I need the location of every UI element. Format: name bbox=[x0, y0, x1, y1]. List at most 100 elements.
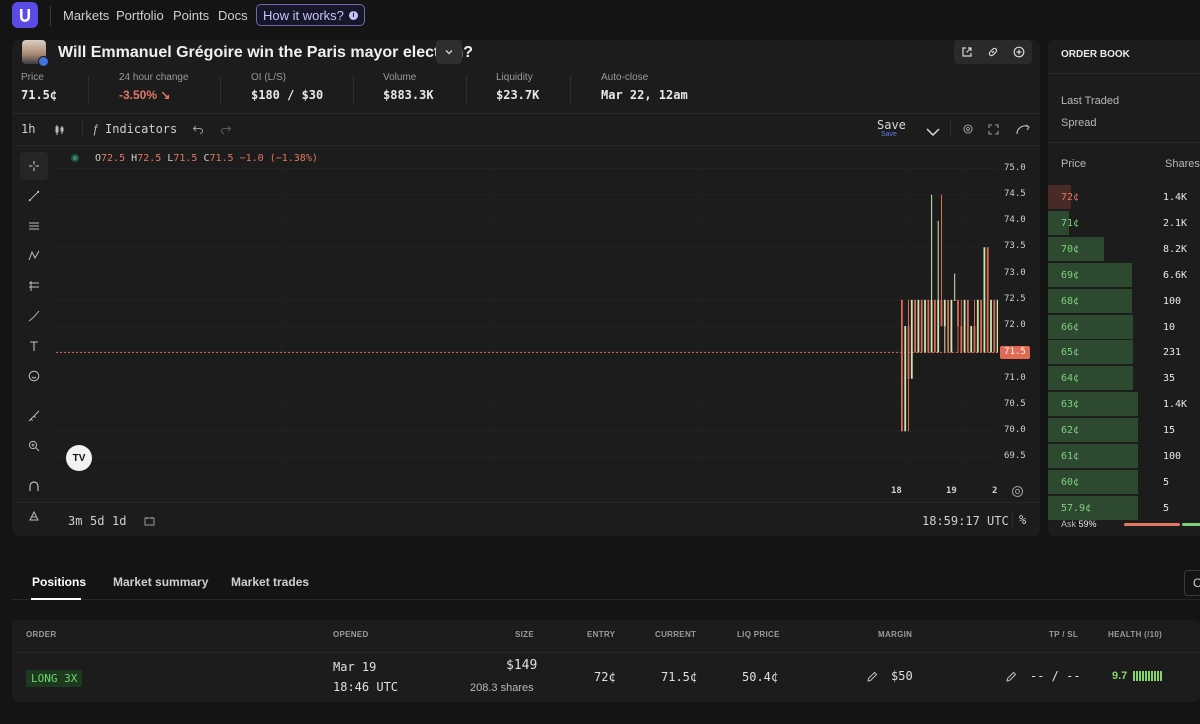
magnet-tool[interactable] bbox=[20, 472, 48, 500]
order-book-row[interactable]: 57.9¢ 5 bbox=[1048, 495, 1200, 520]
redo-icon[interactable] bbox=[220, 124, 232, 134]
nav-points[interactable]: Points bbox=[173, 8, 209, 23]
candle-body bbox=[963, 299, 966, 353]
app-logo[interactable] bbox=[12, 2, 38, 28]
stat-price: Price 71.5¢ bbox=[21, 72, 57, 102]
nav-divider bbox=[50, 6, 51, 26]
tradingview-logo[interactable]: TV bbox=[66, 445, 92, 471]
candle bbox=[907, 299, 910, 432]
order-book-row[interactable]: 72¢ 1.4K bbox=[1048, 185, 1200, 209]
fib-tool[interactable] bbox=[20, 212, 48, 240]
candidate-avatar bbox=[22, 40, 49, 67]
indicators-button[interactable]: Indicators bbox=[105, 122, 177, 136]
text-tool[interactable] bbox=[20, 332, 48, 360]
health-indicator: 9.7 bbox=[1112, 670, 1163, 682]
candle-body bbox=[990, 299, 992, 353]
edit-margin-icon[interactable] bbox=[867, 671, 878, 682]
save-layout-button[interactable]: Save bbox=[877, 118, 906, 132]
order-book-row[interactable]: 69¢ 6.6K bbox=[1048, 262, 1200, 287]
brush-tool[interactable] bbox=[20, 302, 48, 330]
spread-label: Spread bbox=[1061, 117, 1097, 129]
order-book-row[interactable]: 71¢ 2.1K bbox=[1048, 210, 1200, 235]
tab-market-summary[interactable]: Market summary bbox=[113, 575, 208, 589]
link-icon[interactable] bbox=[987, 46, 999, 58]
price-chart[interactable] bbox=[56, 148, 998, 498]
settings-icon[interactable] bbox=[962, 123, 974, 135]
snapshot-icon[interactable] bbox=[1016, 124, 1030, 135]
axis-settings-icon[interactable] bbox=[1011, 485, 1024, 498]
order-book-row[interactable]: 65¢ 231 bbox=[1048, 340, 1200, 365]
order-book-row[interactable]: 66¢ 10 bbox=[1048, 314, 1200, 339]
range-5d[interactable]: 5d bbox=[90, 514, 104, 528]
price-tick-label: 72.0 bbox=[1004, 320, 1026, 331]
how-it-works-button[interactable]: How it works? i bbox=[256, 4, 365, 26]
candle-body bbox=[973, 326, 976, 353]
market-question: Will Emmanuel Grégoire win the Paris may… bbox=[58, 44, 474, 61]
order-price: 71¢ bbox=[1061, 217, 1080, 229]
candle bbox=[953, 273, 956, 301]
toolbar-divider bbox=[82, 120, 83, 136]
candle-body bbox=[904, 326, 907, 432]
nav-portfolio[interactable]: Portfolio bbox=[116, 8, 164, 23]
nav-markets[interactable]: Markets bbox=[63, 8, 109, 23]
prediction-tool[interactable] bbox=[20, 272, 48, 300]
margin-value: $50 bbox=[891, 669, 913, 683]
health-bars bbox=[1133, 671, 1163, 681]
order-shares: 5 bbox=[1163, 476, 1170, 488]
order-book-row[interactable]: 63¢ 1.4K bbox=[1048, 392, 1200, 417]
brush-icon bbox=[28, 310, 40, 322]
candle-body bbox=[980, 299, 982, 353]
range-3m[interactable]: 3m bbox=[68, 514, 82, 528]
price-axis[interactable]: 75.0 74.5 74.0 73.5 73.0 72.5 72.0 71.5 71.0 70.5… bbox=[998, 148, 1040, 498]
date-range-icon[interactable] bbox=[144, 516, 155, 526]
order-book-row[interactable]: 68¢ 100 bbox=[1048, 288, 1200, 313]
order-book-row[interactable]: 64¢ 35 bbox=[1048, 366, 1200, 391]
tab-market-trades[interactable]: Market trades bbox=[231, 575, 309, 589]
emoji-tool[interactable] bbox=[20, 362, 48, 390]
edit-tp-sl-icon[interactable] bbox=[1006, 671, 1017, 682]
panel-divider bbox=[12, 113, 1040, 114]
fullscreen-icon[interactable] bbox=[988, 124, 999, 135]
stat-label: Volume bbox=[383, 72, 417, 83]
order-shares: 1.4K bbox=[1163, 192, 1188, 203]
order-book-row[interactable]: 60¢ 5 bbox=[1048, 469, 1200, 494]
pattern-icon bbox=[28, 250, 40, 261]
order-shares: 8.2K bbox=[1163, 243, 1188, 255]
stat-liquidity: Liquidity $23.7K bbox=[496, 72, 539, 102]
candle bbox=[914, 299, 916, 353]
tab-options-button[interactable]: O bbox=[1184, 570, 1200, 596]
forecast-icon bbox=[29, 281, 39, 291]
stat-label: OI (L/S) bbox=[251, 72, 287, 83]
zoom-tool[interactable] bbox=[20, 432, 48, 460]
undo-icon[interactable] bbox=[192, 124, 204, 134]
col-header-entry: ENTRY bbox=[587, 630, 616, 639]
health-bar-segment bbox=[1160, 671, 1163, 681]
order-book-divider bbox=[1048, 142, 1200, 143]
order-book-row[interactable]: 70¢ 8.2K bbox=[1048, 236, 1200, 261]
trendline-tool[interactable] bbox=[20, 182, 48, 210]
fibonacci-icon bbox=[29, 222, 39, 230]
tab-positions[interactable]: Positions bbox=[32, 575, 86, 589]
order-book-row[interactable]: 61¢ 100 bbox=[1048, 444, 1200, 468]
measure-tool[interactable] bbox=[20, 402, 48, 430]
candle bbox=[976, 299, 979, 353]
percent-scale-toggle[interactable]: % bbox=[1012, 513, 1026, 527]
crosshair-tool[interactable] bbox=[20, 152, 48, 180]
order-book-row[interactable]: 62¢ 15 bbox=[1048, 418, 1200, 443]
price-tick-label: 75.0 bbox=[1004, 162, 1026, 173]
external-link-icon[interactable] bbox=[961, 46, 973, 58]
candle-style-icon[interactable] bbox=[54, 124, 66, 136]
health-bar-segment bbox=[1145, 671, 1148, 681]
nav-docs[interactable]: Docs bbox=[218, 8, 248, 23]
logo-icon bbox=[20, 9, 30, 22]
candle bbox=[973, 299, 976, 353]
add-icon[interactable] bbox=[1013, 46, 1025, 58]
health-bar-segment bbox=[1151, 671, 1154, 681]
market-dropdown-button[interactable] bbox=[436, 40, 462, 64]
order-shares: 10 bbox=[1163, 321, 1176, 333]
pattern-tool[interactable] bbox=[20, 242, 48, 270]
interval-selector[interactable]: 1h bbox=[21, 122, 35, 136]
chevron-down-icon bbox=[445, 50, 453, 55]
range-1d[interactable]: 1d bbox=[112, 514, 126, 528]
chevron-down-icon[interactable] bbox=[926, 128, 940, 136]
